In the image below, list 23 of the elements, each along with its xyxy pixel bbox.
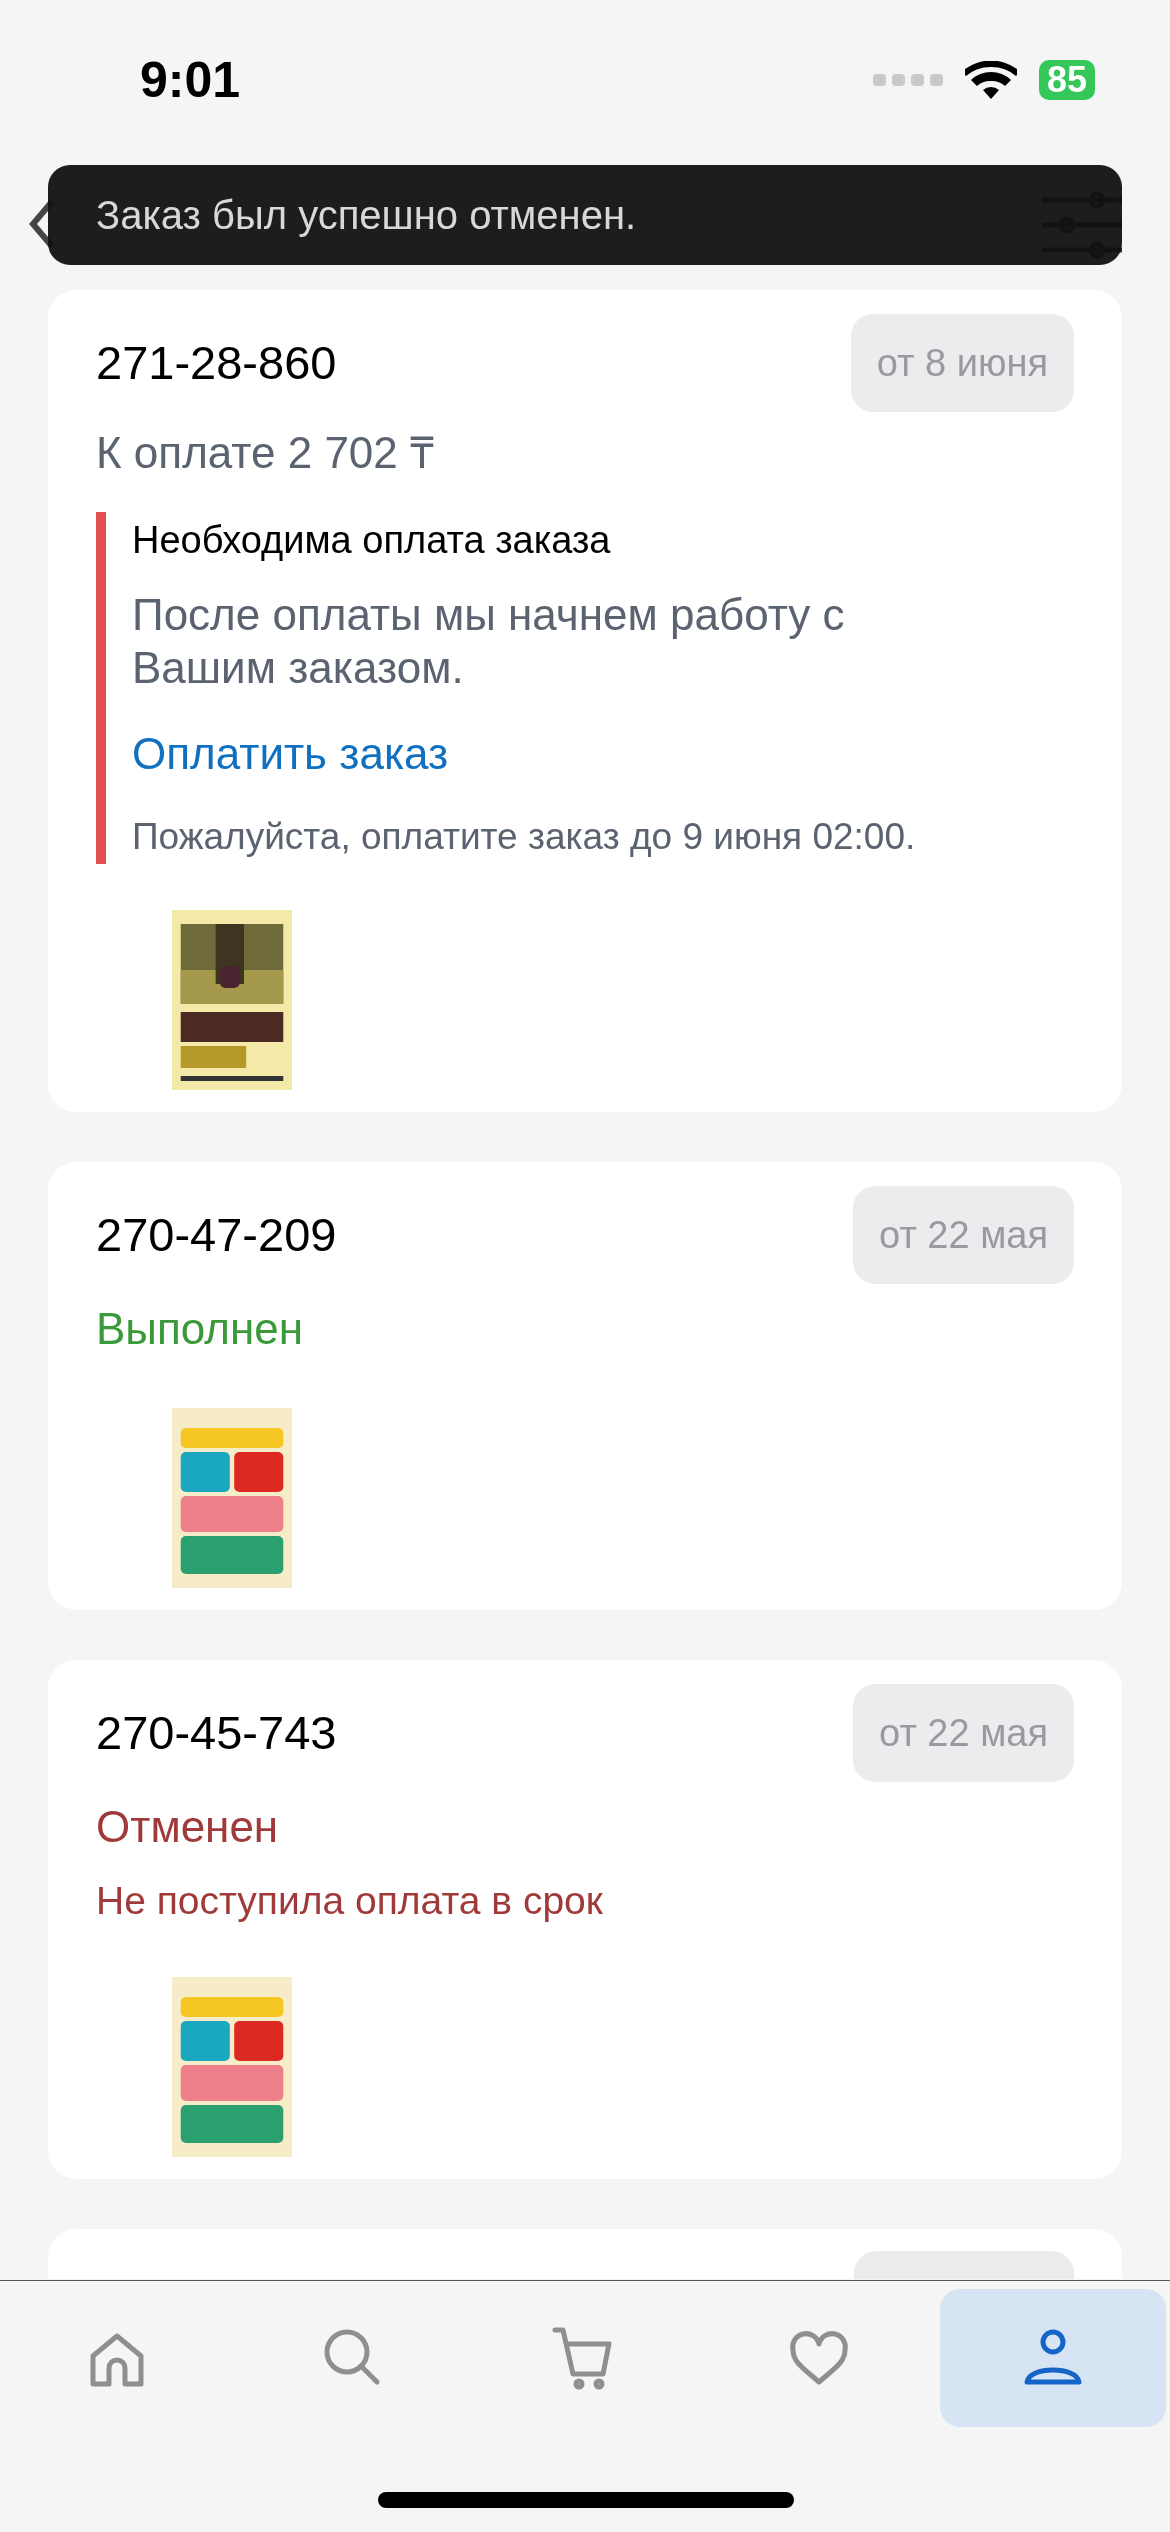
order-card[interactable]: 270-45-743 от 22 мая Отменен Не поступила оплата в срок [48,1660,1122,2179]
order-number: 270-45-743 [96,1704,337,1761]
order-number: 270-47-209 [96,1206,337,1263]
wifi-icon [964,61,1017,99]
notice-title: Необходима оплата заказа [132,518,612,563]
cancel-reason: Не поступила оплата в срок [96,1878,604,1925]
order-status: Выполнен [96,1303,305,1356]
payment-deadline: Пожалуйста, оплатите заказ до 9 июня 02:00. [132,814,917,859]
status-time: 9:01 [140,50,241,110]
pay-link[interactable]: Оплатить заказ [132,720,1074,787]
order-date: от 22 мая [853,1186,1074,1285]
order-number: 271-28-860 [96,334,337,391]
order-date: от 22 мая [853,1684,1074,1783]
payment-amount: К оплате 2 702 ₸ [96,427,435,479]
signal-icon [872,72,943,88]
order-card[interactable]: 270-47-209 от 22 мая Выполнен [48,1162,1122,1611]
battery-level: 85 [1038,60,1095,100]
order-card[interactable]: 271-28-860 от 8 июня К оплате 2 702 ₸ Необходима оплата заказа После оплаты мы начнем работу с Вашим заказом. Оплатить заказ Пожалуйста, оплатите заказ до 9 июня 02:00. [48,290,1122,1113]
order-date: от 8 июня [850,314,1074,412]
notice-text: После оплаты мы начнем работу с Вашим заказом. [132,589,846,694]
toast-message: Заказ был успешно отменен. [96,192,637,239]
tab-bar-item[interactable] [940,2289,1166,2427]
order-status: Отменен [96,1801,280,1854]
